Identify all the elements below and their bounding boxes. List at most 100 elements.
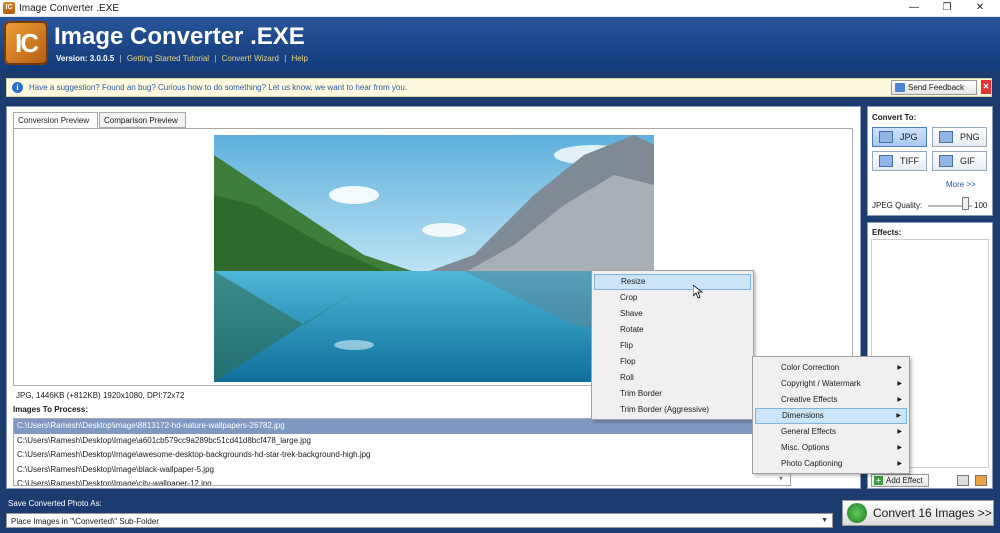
gif-icon — [939, 155, 953, 167]
version-label: Version: 3.0.0.5 — [56, 54, 115, 63]
menu-item-label: Copyright / Watermark — [781, 379, 861, 388]
menu-item-crop[interactable]: Crop — [594, 290, 751, 306]
menu-item-label: Misc. Options — [781, 443, 830, 452]
app-title: Image Converter .EXE — [54, 23, 305, 50]
menu-item-label: General Effects — [781, 427, 836, 436]
app-icon: IC — [3, 2, 15, 14]
send-feedback-label: Send Feedback — [908, 83, 965, 92]
convert-button-label: Convert 16 Images >> — [873, 506, 992, 520]
convert-images-button[interactable]: Convert 16 Images >> — [842, 500, 994, 526]
convert-to-panel: Convert To: JPG PNG TIFF GIF More >> JPE… — [867, 106, 993, 216]
menu-item-creative-effects[interactable]: Creative Effects ▶ — [755, 392, 907, 408]
menu-item-label: Color Correction — [781, 363, 840, 372]
minimize-button[interactable]: — — [899, 0, 929, 17]
app-header: IC Image Converter .EXE Version: 3.0.0.5… — [0, 17, 1000, 71]
jpeg-quality-value: 100 — [974, 201, 988, 210]
menu-item-trim-border[interactable]: Trim Border — [594, 386, 751, 402]
link-help[interactable]: Help — [292, 54, 308, 63]
menu-item-label: Dimensions — [782, 411, 824, 420]
jpg-icon — [879, 131, 893, 143]
menu-item-color-correction[interactable]: Color Correction ▶ — [755, 360, 907, 376]
menu-item-general-effects[interactable]: General Effects ▶ — [755, 424, 907, 440]
convert-icon — [847, 503, 867, 523]
mouse-cursor-icon — [693, 285, 703, 299]
menu-item-flip[interactable]: Flip — [594, 338, 751, 354]
feedback-message[interactable]: Have a suggestion? Found an bug? Curious… — [29, 83, 407, 92]
save-location-select[interactable]: Place Images in "\Converted\" Sub-Folder… — [6, 513, 833, 528]
tab-conversion-preview[interactable]: Conversion Preview — [13, 112, 98, 129]
link-convert-wizard[interactable]: Convert! Wizard — [222, 54, 279, 63]
jpeg-quality-label: JPEG Quality: — [872, 201, 923, 210]
maximize-button[interactable]: ❐ — [932, 0, 962, 17]
effects-context-menu: Color Correction ▶ Copyright / Watermark ▶… — [752, 356, 910, 474]
tab-comparison-preview[interactable]: Comparison Preview — [99, 112, 186, 128]
menu-item-misc-options[interactable]: Misc. Options ▶ — [755, 440, 907, 456]
menu-item-label: Photo Captioning — [781, 459, 843, 468]
app-logo: IC — [4, 21, 48, 65]
feedback-bar: i Have a suggestion? Found an bug? Curio… — [6, 78, 992, 97]
link-getting-started[interactable]: Getting Started Tutorial — [127, 54, 209, 63]
menu-item-shave[interactable]: Shave — [594, 306, 751, 322]
convert-to-label: Convert To: — [872, 113, 917, 122]
list-item[interactable]: C:\Users\Ramesh\Desktop\Image\black-wall… — [14, 463, 790, 478]
menu-item-flop[interactable]: Flop — [594, 354, 751, 370]
menu-item-trim-border-aggressive[interactable]: Trim Border (Aggressive) — [594, 402, 751, 418]
close-feedback-button[interactable]: ✕ — [981, 80, 991, 94]
format-label: PNG — [960, 132, 980, 142]
load-effects-icon[interactable] — [975, 475, 987, 486]
add-effect-button[interactable]: + Add Effect — [871, 474, 929, 487]
menu-item-copyright-watermark[interactable]: Copyright / Watermark ▶ — [755, 376, 907, 392]
image-info: JPG, 1446KB (+812KB) 1920x1080, DPI:72x7… — [16, 391, 185, 400]
menu-item-roll[interactable]: Roll — [594, 370, 751, 386]
chevron-right-icon: ▶ — [897, 381, 902, 387]
header-nav: Version: 3.0.0.5 | Getting Started Tutor… — [56, 54, 308, 63]
more-formats-link[interactable]: More >> — [946, 180, 976, 189]
images-to-process-label: Images To Process: — [13, 405, 88, 414]
chevron-right-icon: ▶ — [897, 445, 902, 451]
list-item[interactable]: C:\Users\Ramesh\Desktop\image\8813172-hd… — [14, 419, 790, 434]
tiff-icon — [879, 155, 893, 167]
format-label: GIF — [960, 156, 975, 166]
format-gif-button[interactable]: GIF — [932, 151, 987, 171]
add-effect-label: Add Effect — [886, 476, 923, 485]
menu-item-dimensions[interactable]: Dimensions ▶ — [755, 408, 907, 424]
chevron-down-icon: ▼ — [821, 517, 828, 524]
close-window-button[interactable]: ✕ — [965, 0, 995, 17]
chevron-right-icon: ▶ — [897, 461, 902, 467]
info-icon: i — [12, 82, 23, 93]
menu-item-rotate[interactable]: Rotate — [594, 322, 751, 338]
chevron-right-icon: ▶ — [897, 397, 902, 403]
chevron-right-icon: ▶ — [897, 365, 902, 371]
menu-item-resize[interactable]: Resize — [594, 274, 751, 290]
save-location-value: Place Images in "\Converted\" Sub-Folder — [11, 517, 159, 526]
nav-separator: | — [214, 54, 217, 63]
plus-icon: + — [874, 476, 883, 485]
window-title: Image Converter .EXE — [19, 3, 120, 14]
save-effects-icon[interactable] — [957, 475, 969, 486]
list-item[interactable]: C:\Users\Ramesh\Desktop\Image\city-wallp… — [14, 477, 790, 485]
window-title-bar: IC Image Converter .EXE — ❐ ✕ — [0, 0, 1000, 17]
nav-separator: | — [119, 54, 122, 63]
list-item[interactable]: C:\Users\Ramesh\Desktop\Image\a601cb579c… — [14, 434, 790, 449]
png-icon — [939, 131, 953, 143]
chevron-right-icon: ▶ — [897, 429, 902, 435]
feedback-icon — [895, 83, 905, 92]
list-item[interactable]: C:\Users\Ramesh\Desktop\Image\awesome-de… — [14, 448, 790, 463]
preview-image — [214, 135, 654, 382]
list-scroll-down-icon[interactable]: ▾ — [779, 474, 783, 483]
format-png-button[interactable]: PNG — [932, 127, 987, 147]
nav-separator: | — [284, 54, 287, 63]
file-list[interactable]: C:\Users\Ramesh\Desktop\image\8813172-hd… — [13, 418, 791, 486]
bottom-bar: Save Converted Photo As: Place Images in… — [0, 494, 1000, 533]
menu-item-photo-captioning[interactable]: Photo Captioning ▶ — [755, 456, 907, 472]
dimensions-submenu: Resize Crop Shave Rotate Flip Flop Roll … — [591, 270, 754, 420]
menu-item-label: Creative Effects — [781, 395, 838, 404]
format-jpg-button[interactable]: JPG — [872, 127, 927, 147]
format-label: TIFF — [900, 156, 919, 166]
effects-label: Effects: — [872, 228, 902, 237]
send-feedback-button[interactable]: Send Feedback — [891, 80, 977, 95]
format-tiff-button[interactable]: TIFF — [872, 151, 927, 171]
slider-thumb[interactable] — [962, 197, 969, 210]
save-as-label: Save Converted Photo As: — [8, 499, 102, 508]
chevron-right-icon: ▶ — [896, 413, 901, 419]
